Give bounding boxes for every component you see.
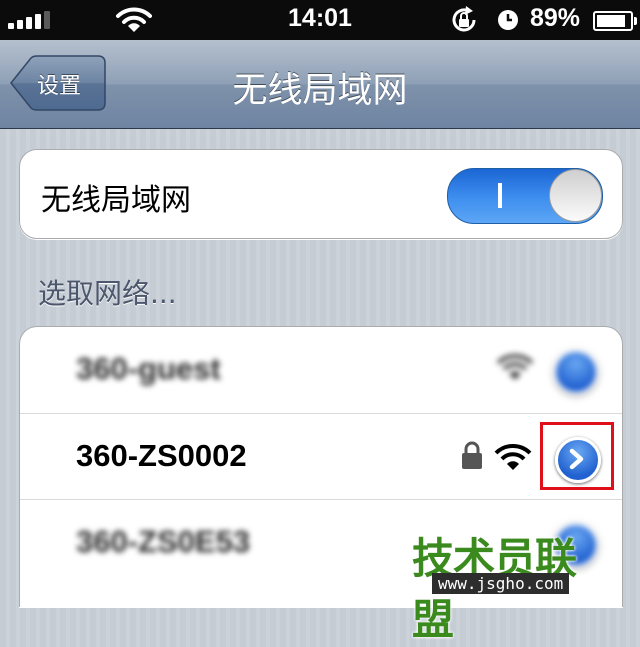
watermark-url: www.jsgho.com bbox=[432, 573, 570, 594]
wifi-toggle-group: 无线局域网 bbox=[19, 149, 623, 239]
network-row[interactable]: 360-guest bbox=[20, 327, 622, 413]
toggle-on-mark bbox=[498, 183, 502, 208]
detail-disclosure-button[interactable] bbox=[553, 349, 599, 395]
status-bar: 14:01 89% bbox=[0, 0, 640, 40]
network-name: 360-ZS0E53 bbox=[76, 524, 251, 559]
battery-icon bbox=[593, 11, 637, 31]
wifi-toggle-label: 无线局域网 bbox=[41, 183, 191, 218]
wifi-toggle-switch[interactable] bbox=[447, 168, 603, 224]
network-name: 360-guest bbox=[76, 351, 221, 386]
alarm-icon bbox=[498, 10, 518, 30]
page-title: 无线局域网 bbox=[232, 71, 408, 111]
network-name: 360-ZS0002 bbox=[76, 438, 247, 473]
network-row-selected[interactable]: 360-ZS0002 bbox=[20, 413, 622, 500]
highlight-annotation-box bbox=[540, 422, 614, 490]
rotation-lock-icon bbox=[452, 6, 476, 32]
lock-icon bbox=[462, 441, 482, 469]
battery-percent: 89% bbox=[530, 4, 581, 32]
wifi-signal-icon bbox=[494, 443, 532, 470]
navigation-bar: 设置 无线局域网 bbox=[0, 40, 640, 129]
wifi-signal-icon bbox=[496, 353, 534, 380]
watermark-logo: 技术员联盟 www.jsgho.com bbox=[412, 525, 602, 644]
toggle-knob[interactable] bbox=[549, 169, 602, 222]
choose-network-header: 选取网络... bbox=[38, 277, 177, 310]
